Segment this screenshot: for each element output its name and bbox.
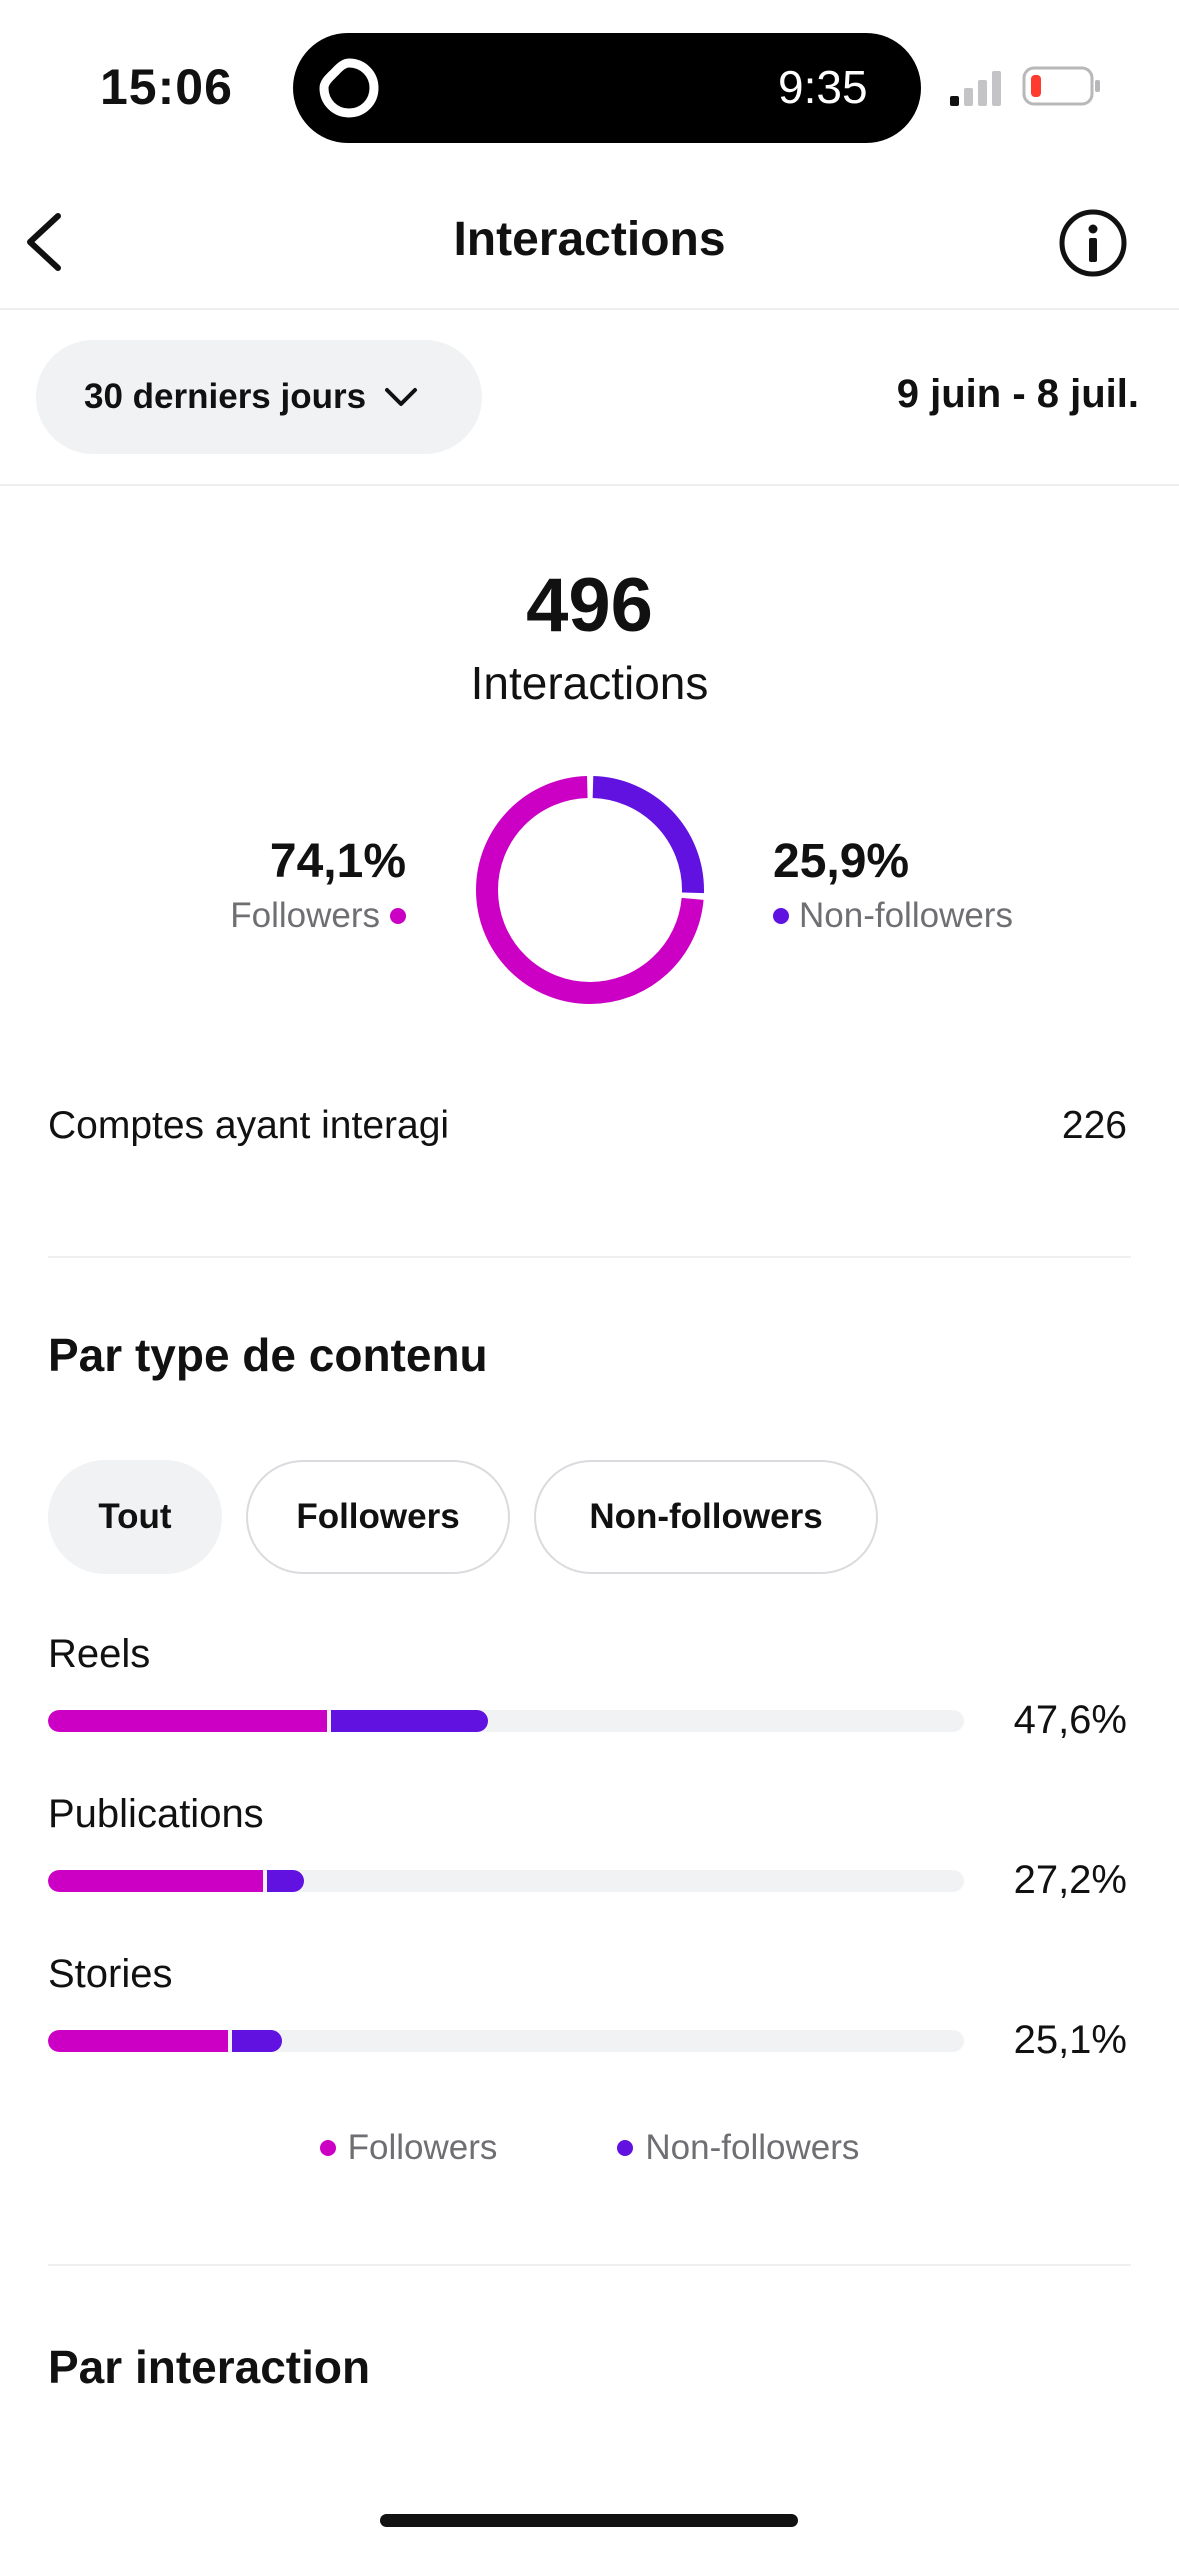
accounts-engaged-value: 226 (1061, 1104, 1127, 1147)
content-row-label-stories: Stories (48, 1952, 173, 1996)
total-interactions-label: Interactions (470, 657, 709, 709)
bar-track-publications (48, 1870, 964, 1892)
bar-followers-publications (48, 1870, 264, 1892)
non-followers-dot-icon (773, 908, 789, 924)
followers-legend: Followers (230, 896, 406, 936)
bar-track-stories (48, 2030, 964, 2052)
legend-followers: Followers (319, 2128, 498, 2168)
header-divider (0, 308, 1179, 310)
bar-non-followers-reels (331, 1710, 488, 1732)
interaction-section-title: Par interaction (48, 2341, 371, 2393)
bar-track-reels (48, 1710, 964, 1732)
content-row-value-reels: 47,6% (1013, 1698, 1127, 1742)
legend-non-followers-dot-icon (617, 2140, 634, 2156)
audience-filter-chips: Tout Followers Non-followers (48, 1460, 878, 1574)
date-range-dropdown[interactable]: 30 derniers jours (36, 340, 482, 454)
non-followers-label: Non-followers (799, 896, 1013, 935)
app-activity-icon (319, 58, 379, 118)
date-range-text: 9 juin - 8 juil. (896, 372, 1139, 416)
battery-icon (1022, 66, 1100, 106)
content-row-value-publications: 27,2% (1013, 1858, 1127, 1902)
content-row-value-stories: 25,1% (1013, 2018, 1127, 2062)
content-row-label-reels: Reels (48, 1632, 151, 1676)
legend-non-followers: Non-followers (617, 2128, 859, 2168)
filter-divider (0, 484, 1179, 486)
cellular-signal-icon (950, 71, 1001, 106)
status-time: 15:06 (100, 59, 233, 115)
non-followers-legend: Non-followers (773, 896, 1013, 936)
followers-dot-icon (390, 908, 406, 924)
accounts-engaged-label: Comptes ayant interagi (48, 1104, 450, 1147)
audience-donut-chart (476, 776, 704, 1004)
bar-non-followers-publications (267, 1870, 305, 1892)
home-indicator[interactable] (380, 2514, 798, 2527)
chip-followers[interactable]: Followers (246, 1460, 510, 1574)
total-interactions-value: 496 (526, 563, 653, 648)
legend-followers-dot-icon (319, 2140, 336, 2156)
chip-all[interactable]: Tout (48, 1460, 222, 1574)
section-divider (48, 1256, 1131, 1258)
bar-legend: Followers Non-followers (0, 2128, 1179, 2168)
section-divider (48, 2264, 1131, 2266)
island-time: 9:35 (778, 61, 868, 113)
chip-non-followers[interactable]: Non-followers (534, 1460, 878, 1574)
bar-non-followers-stories (232, 2030, 282, 2052)
bar-followers-stories (48, 2030, 229, 2052)
legend-non-followers-label: Non-followers (645, 2128, 860, 2167)
content-type-title: Par type de contenu (48, 1329, 488, 1381)
legend-followers-label: Followers (347, 2128, 498, 2167)
content-row-label-publications: Publications (48, 1792, 264, 1836)
page-title: Interactions (453, 213, 726, 266)
chevron-down-icon (385, 388, 418, 406)
date-range-dropdown-label: 30 derniers jours (84, 377, 367, 416)
bar-followers-reels (48, 1710, 328, 1732)
followers-percent: 74,1% (269, 835, 406, 888)
non-followers-percent: 25,9% (773, 835, 910, 888)
info-icon[interactable] (1058, 208, 1128, 278)
followers-label: Followers (230, 896, 380, 935)
